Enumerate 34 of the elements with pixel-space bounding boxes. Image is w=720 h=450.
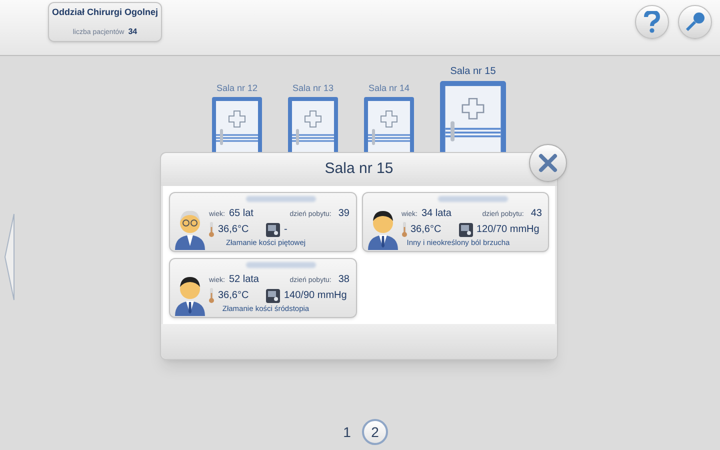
blood-pressure-value: 140/90 mmHg (284, 289, 347, 303)
blurred-name-bar (438, 196, 508, 202)
stay-value: 38 (338, 273, 350, 287)
blood-pressure-monitor-icon (266, 288, 280, 302)
age-value: 34 lata (421, 207, 452, 221)
blood-pressure-monitor-icon (266, 222, 280, 236)
ward-title: Oddział Chirurgi Ogolnej (52, 6, 158, 19)
close-icon (538, 153, 558, 173)
blurred-name-bar (246, 196, 316, 202)
page-button[interactable]: 2 (362, 419, 388, 445)
temperature-value: 36,6°C (410, 223, 442, 237)
blood-pressure-value: - (284, 223, 288, 237)
thermometer-icon (402, 222, 406, 237)
stay-value: 43 (530, 207, 542, 221)
room-tab[interactable]: Sala nr 15 (450, 64, 496, 79)
thermometer-icon (209, 288, 214, 303)
stay-value: 39 (338, 207, 350, 221)
dialog-title: Sala nr 15 (324, 159, 394, 180)
temperature-value: 36,6°C (218, 289, 250, 303)
key-icon (684, 11, 706, 33)
question-mark-icon (644, 11, 660, 33)
left-arrow-icon (3, 213, 15, 301)
temperature-value: 36,6°C (218, 223, 250, 237)
patients-count: 34 (128, 26, 138, 38)
key-button[interactable] (678, 5, 712, 39)
blurred-name-bar (246, 262, 316, 268)
close-button[interactable] (529, 144, 567, 182)
thermometer-icon (209, 222, 214, 237)
blood-pressure-monitor-icon (458, 222, 472, 236)
age-value: 52 lata (228, 273, 259, 287)
blood-pressure-value: 120/70 mmHg (476, 223, 540, 237)
help-button[interactable] (635, 5, 669, 39)
page-button[interactable]: 1 (338, 419, 356, 445)
age-value: 65 lat (228, 207, 254, 221)
